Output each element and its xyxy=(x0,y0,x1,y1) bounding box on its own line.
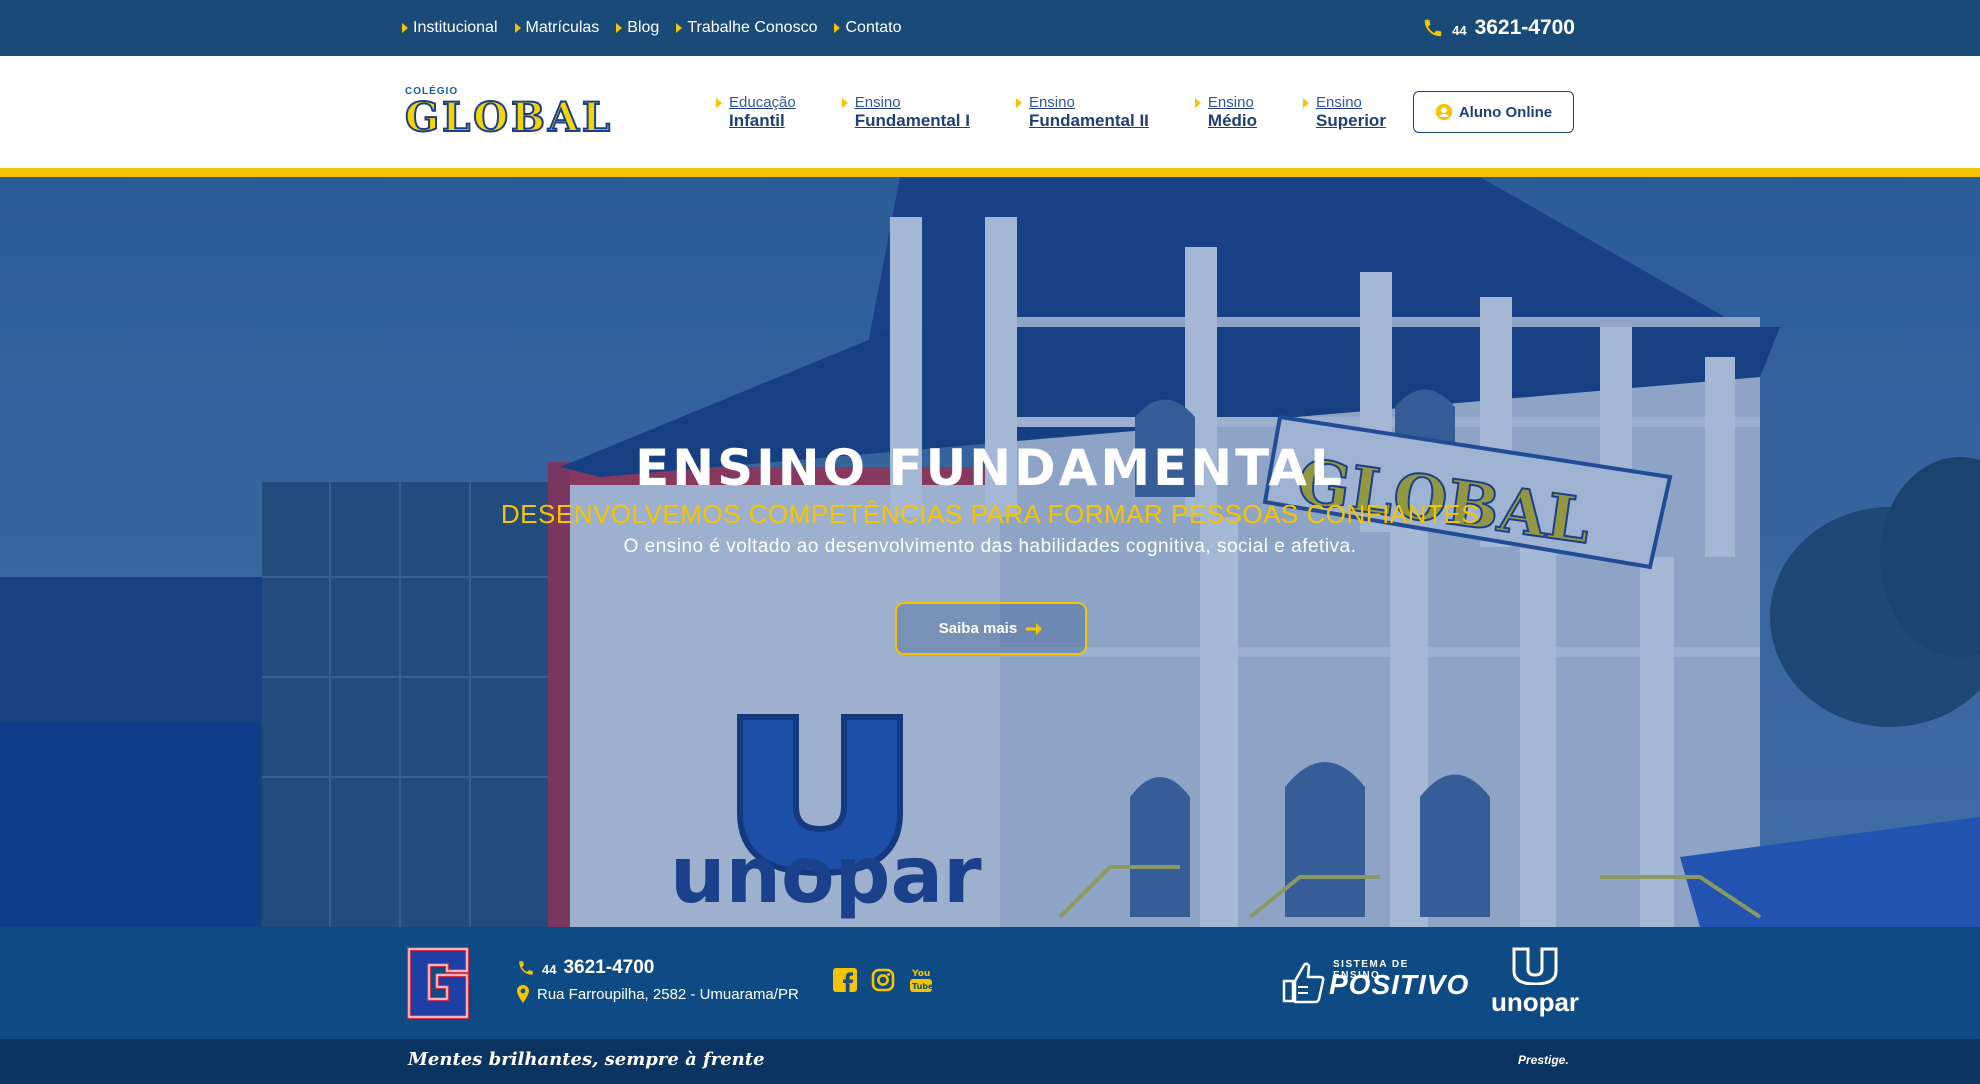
arrow-icon xyxy=(834,23,841,33)
map-pin-icon xyxy=(517,985,529,1003)
arrow-icon xyxy=(716,97,722,108)
footer-phone-ddd: 44 xyxy=(542,962,557,977)
g-logo-icon xyxy=(407,947,469,1019)
motto: Mentes brilhantes, sempre à frente xyxy=(408,1049,765,1070)
logo-big-text: GLOBAL xyxy=(404,93,614,142)
hero-text: ENSINO FUNDAMENTAL DESENVOLVEMOS COMPETÊ… xyxy=(0,439,1980,558)
facebook-icon[interactable] xyxy=(832,967,858,993)
top-nav: Institucional Matrículas Blog Trabalhe C… xyxy=(402,0,902,56)
instagram-icon[interactable] xyxy=(870,967,896,993)
nav-ensino-superior[interactable]: Ensino Superior xyxy=(1303,94,1386,131)
arrow-icon xyxy=(514,23,521,33)
aluno-online-button[interactable]: Aluno Online xyxy=(1413,91,1574,133)
social-links: You Tube xyxy=(832,967,934,993)
youtube-icon[interactable]: You Tube xyxy=(908,967,934,993)
phone-icon xyxy=(1424,19,1442,37)
top-link-institucional[interactable]: Institucional xyxy=(402,19,498,37)
nav-fundamental-2[interactable]: Ensino Fundamental II xyxy=(1015,94,1149,131)
nav-fundamental-1[interactable]: Ensino Fundamental I xyxy=(841,94,970,131)
footer-contact: 44 3621-4700 Rua Farroupilha, 2582 - Umu… xyxy=(517,957,799,1003)
bottom-bar: Mentes brilhantes, sempre à frente Prest… xyxy=(0,1039,1980,1084)
top-link-contato[interactable]: Contato xyxy=(834,19,902,37)
arrow-icon xyxy=(402,23,408,33)
saiba-mais-button[interactable]: Saiba mais xyxy=(895,602,1087,655)
nav-ensino-medio[interactable]: Ensino Médio xyxy=(1194,94,1257,131)
footer: 44 3621-4700 Rua Farroupilha, 2582 - Umu… xyxy=(0,927,1980,1039)
top-link-blog[interactable]: Blog xyxy=(616,19,659,37)
phone-ddd: 44 xyxy=(1452,22,1467,38)
arrow-icon xyxy=(616,23,623,33)
arrow-right-icon xyxy=(1026,622,1043,635)
prestige-credit[interactable]: Prestige. xyxy=(1518,1053,1569,1067)
footer-phone[interactable]: 44 3621-4700 xyxy=(517,957,799,979)
positivo-logo[interactable]: SISTEMA DE ENSINO POSITIVO xyxy=(1280,955,1468,1011)
hero-description: O ensino é voltado ao desenvolvimento da… xyxy=(623,536,1357,557)
phone-number: 3621-4700 xyxy=(1474,16,1575,39)
header-stripe xyxy=(0,168,1980,177)
hero-subtitle: DESENVOLVEMOS COMPETÊNCIAS PARA FORMAR P… xyxy=(500,499,1480,529)
arrow-icon xyxy=(1303,97,1310,108)
unopar-text: unopar xyxy=(1490,987,1580,1017)
user-icon xyxy=(1435,103,1452,121)
arrow-icon xyxy=(1194,97,1201,108)
saiba-mais-label: Saiba mais xyxy=(938,620,1018,637)
hero-banner: GLOBAL unopar ENSINO FUNDAMENTAL DESENVO… xyxy=(0,177,1980,927)
arrow-icon xyxy=(1015,97,1022,108)
nav-educacao-infantil[interactable]: Educação Infantil xyxy=(716,94,796,131)
main-nav: Educação Infantil Ensino Fundamental I Ens… xyxy=(716,56,1386,168)
phone-icon xyxy=(519,961,533,975)
thumbs-up-icon xyxy=(1282,962,1325,1004)
top-bar: Institucional Matrículas Blog Trabalhe C… xyxy=(0,0,1980,56)
top-link-matriculas[interactable]: Matrículas xyxy=(514,19,599,37)
positivo-big-text: POSITIVO xyxy=(1329,969,1470,1000)
top-link-trabalhe-conosco[interactable]: Trabalhe Conosco xyxy=(676,19,817,37)
svg-text:You: You xyxy=(911,969,930,979)
aluno-online-label: Aluno Online xyxy=(1458,103,1553,121)
unopar-u-icon xyxy=(1512,947,1558,985)
footer-address: Rua Farroupilha, 2582 - Umuarama/PR xyxy=(517,985,799,1003)
top-phone[interactable]: 44 3621-4700 xyxy=(1422,0,1575,56)
unopar-logo[interactable]: unopar xyxy=(1490,947,1580,1019)
main-header: COLÉGIO GLOBAL Educação Infantil Ensino Fu… xyxy=(0,56,1980,168)
colegio-global-logo[interactable]: COLÉGIO GLOBAL xyxy=(404,86,611,142)
hero-title: ENSINO FUNDAMENTAL xyxy=(635,439,1345,497)
footer-phone-number: 3621-4700 xyxy=(563,957,655,978)
arrow-icon xyxy=(841,97,848,108)
arrow-icon xyxy=(676,23,683,33)
footer-address-text: Rua Farroupilha, 2582 - Umuarama/PR xyxy=(537,985,799,1003)
svg-text:Tube: Tube xyxy=(912,982,933,991)
